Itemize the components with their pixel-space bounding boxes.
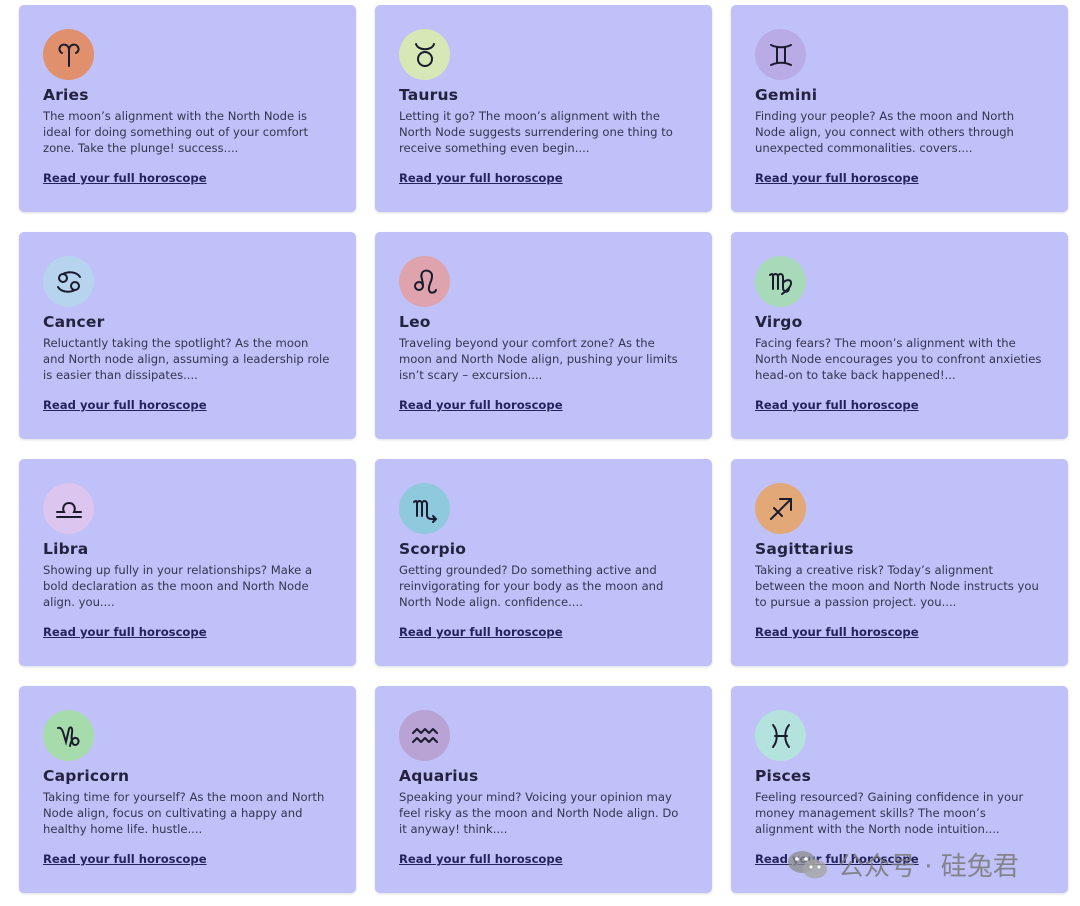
read-horoscope-link[interactable]: Read your full horoscope [43, 625, 207, 639]
read-horoscope-link[interactable]: Read your full horoscope [755, 171, 919, 185]
sign-card-cancer[interactable]: Cancer Reluctantly taking the spotlight?… [19, 232, 356, 439]
read-horoscope-link[interactable]: Read your full horoscope [399, 625, 563, 639]
sign-name: Aries [43, 86, 89, 104]
sign-description: Feeling resourced? Gaining confidence in… [755, 790, 1024, 837]
read-horoscope-link[interactable]: Read your full horoscope [399, 398, 563, 412]
cancer-icon [43, 256, 94, 307]
watermark: 公众号 · 硅兔君 [786, 846, 1019, 883]
sign-description: Taking time for yourself? As the moon an… [43, 790, 325, 837]
wechat-logo-icon [788, 850, 827, 878]
sign-description: Taking a creative risk? Today’s alignmen… [755, 563, 1039, 610]
taurus-icon [399, 29, 450, 80]
sign-description: Reluctantly taking the spotlight? As the… [43, 336, 330, 383]
sign-name: Taurus [399, 86, 459, 104]
sign-description: Getting grounded? Do something active an… [399, 563, 664, 610]
read-horoscope-link[interactable]: Read your full horoscope [399, 171, 563, 185]
aries-icon [43, 29, 94, 80]
sign-name: Libra [43, 540, 89, 558]
horoscope-grid: Aries The moon’s alignment with the Nort… [19, 5, 1068, 893]
read-horoscope-link[interactable]: Read your full horoscope [399, 852, 563, 866]
sign-card-gemini[interactable]: Gemini Finding your people? As the moon … [731, 5, 1068, 212]
sign-name: Virgo [755, 313, 803, 331]
libra-icon [43, 483, 94, 534]
sagittarius-icon [755, 483, 806, 534]
read-horoscope-link[interactable]: Read your full horoscope [43, 398, 207, 412]
sign-name: Gemini [755, 86, 818, 104]
sign-name: Scorpio [399, 540, 467, 558]
leo-icon [399, 256, 450, 307]
sign-card-sagittarius[interactable]: Sagittarius Taking a creative risk? Toda… [731, 459, 1068, 666]
scorpio-icon [399, 483, 450, 534]
sign-card-virgo[interactable]: Virgo Facing fears? The moon’s alignment… [731, 232, 1068, 439]
sign-name: Sagittarius [755, 540, 854, 558]
sign-card-scorpio[interactable]: Scorpio Getting grounded? Do something a… [375, 459, 712, 666]
sign-description: The moon’s alignment with the North Node… [43, 109, 309, 156]
pisces-icon [755, 710, 806, 761]
sign-card-aquarius[interactable]: Aquarius Speaking your mind? Voicing you… [375, 686, 712, 893]
sign-description: Traveling beyond your comfort zone? As t… [399, 336, 678, 383]
read-horoscope-link[interactable]: Read your full horoscope [755, 625, 919, 639]
virgo-icon [755, 256, 806, 307]
sign-description: Letting it go? The moon’s alignment with… [399, 109, 673, 156]
sign-name: Cancer [43, 313, 105, 331]
sign-name: Capricorn [43, 767, 130, 785]
sign-description: Facing fears? The moon’s alignment with … [755, 336, 1042, 383]
read-horoscope-link[interactable]: Read your full horoscope [43, 171, 207, 185]
read-horoscope-link[interactable]: Read your full horoscope [43, 852, 207, 866]
sign-name: Leo [399, 313, 431, 331]
sign-card-taurus[interactable]: Taurus Letting it go? The moon’s alignme… [375, 5, 712, 212]
sign-description: Showing up fully in your relationships? … [43, 563, 313, 610]
read-horoscope-link[interactable]: Read your full horoscope [755, 398, 919, 412]
capricorn-icon [43, 710, 94, 761]
gemini-icon [755, 29, 806, 80]
aquarius-icon [399, 710, 450, 761]
sign-description: Finding your people? As the moon and Nor… [755, 109, 1015, 156]
sign-card-aries[interactable]: Aries The moon’s alignment with the Nort… [19, 5, 356, 212]
sign-description: Speaking your mind? Voicing your opinion… [399, 790, 679, 837]
watermark-text: 公众号 · 硅兔君 [838, 852, 1019, 882]
sign-name: Pisces [755, 767, 812, 785]
sign-card-leo[interactable]: Leo Traveling beyond your comfort zone? … [375, 232, 712, 439]
sign-card-libra[interactable]: Libra Showing up fully in your relations… [19, 459, 356, 666]
sign-card-capricorn[interactable]: Capricorn Taking time for yourself? As t… [19, 686, 356, 893]
sign-name: Aquarius [399, 767, 479, 785]
